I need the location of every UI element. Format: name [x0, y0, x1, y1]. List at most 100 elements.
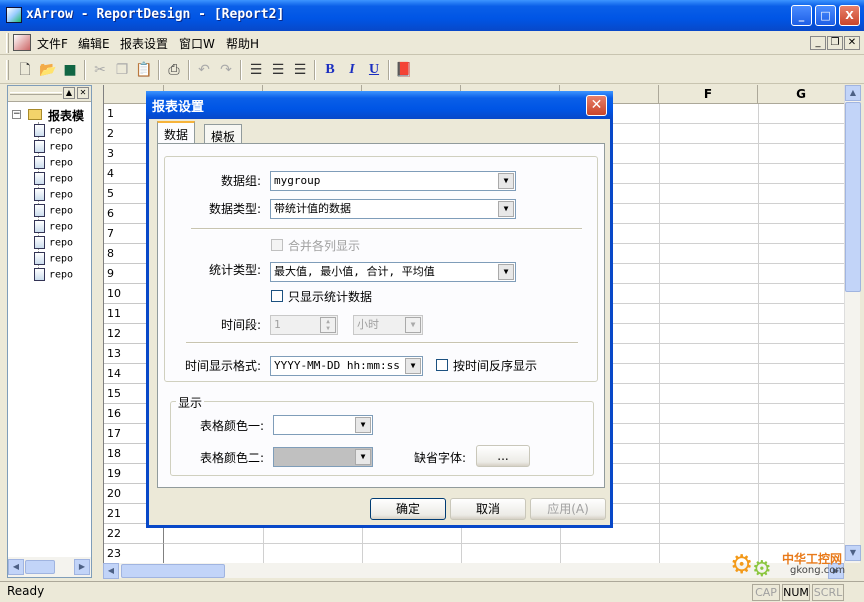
grid-vertical-scrollbar[interactable]: ▲ ▼	[844, 85, 861, 563]
align-left-icon[interactable]: ☰	[245, 59, 267, 81]
menu-file[interactable]: 文件F	[37, 35, 68, 52]
tree-root-label[interactable]: 报表模	[48, 107, 84, 124]
tab-data[interactable]: 数据	[157, 121, 196, 145]
report-file-icon	[34, 252, 45, 265]
font-picker-button[interactable]: ...	[476, 445, 530, 467]
tree-scroll-thumb[interactable]	[25, 560, 55, 574]
reverse-time-label: 按时间反序显示	[453, 359, 538, 373]
column-header-g[interactable]: G	[758, 85, 844, 104]
report-file-icon	[34, 124, 45, 137]
grid-line	[164, 543, 844, 544]
scroll-right-icon[interactable]: ▶	[74, 559, 90, 575]
cut-icon[interactable]: ✂	[89, 59, 111, 81]
align-right-icon[interactable]: ☰	[289, 59, 311, 81]
display-group-title: 显示	[176, 394, 205, 411]
undo-icon[interactable]: ↶	[193, 59, 215, 81]
ok-button[interactable]: 确定	[370, 498, 446, 520]
toolbar-separator	[84, 60, 86, 80]
open-folder-icon[interactable]: 📂	[37, 59, 59, 81]
default-font-label: 缺省字体:	[414, 451, 467, 465]
merge-columns-checkbox[interactable]	[271, 239, 283, 251]
italic-button[interactable]: I	[341, 59, 363, 81]
mdi-close-icon[interactable]: ✕	[844, 36, 860, 50]
maximize-button[interactable]: □	[815, 5, 836, 26]
time-unit-select[interactable]: 小时 ▼	[353, 315, 423, 335]
watermark-url: gkong.com	[790, 565, 846, 576]
tree-item[interactable]: repo	[34, 252, 73, 265]
folder-icon	[28, 109, 42, 120]
spinner-icon[interactable]: ▲ ▼	[320, 317, 336, 333]
column-header-f[interactable]: F	[659, 85, 758, 104]
scroll-left-icon[interactable]: ◀	[8, 559, 24, 575]
horizontal-scroll-thumb[interactable]	[121, 564, 225, 578]
row-header[interactable]: 23	[104, 544, 164, 563]
toolbar-separator	[188, 60, 190, 80]
scroll-up-icon[interactable]: ▲	[845, 85, 861, 101]
menu-report-settings[interactable]: 报表设置	[120, 35, 168, 52]
tree-item[interactable]: repo	[34, 124, 73, 137]
table-color-2-select[interactable]: ▼	[273, 447, 373, 467]
stat-type-select[interactable]: 最大值, 最小值, 合计, 平均值 ▼	[270, 262, 516, 282]
tree-item[interactable]: repo	[34, 268, 73, 281]
dialog-close-button[interactable]: ✕	[586, 95, 607, 116]
chevron-down-icon[interactable]: ▼	[498, 201, 514, 217]
tree-panel-collapse-icon[interactable]: ▲	[63, 87, 75, 99]
bold-button[interactable]: B	[319, 59, 341, 81]
print-icon[interactable]: ⎙	[163, 59, 185, 81]
chevron-down-icon[interactable]: ▼	[355, 417, 371, 433]
copy-icon[interactable]: ❐	[111, 59, 133, 81]
stat-type-label: 统计类型:	[209, 263, 262, 277]
time-period-stepper[interactable]: 1 ▲ ▼	[270, 315, 338, 335]
merge-columns-label: 合并各列显示	[288, 239, 361, 253]
window-title: xArrow - ReportDesign - [Report2]	[26, 7, 285, 22]
gear-icon: ⚙	[752, 557, 772, 582]
table-color-1-select[interactable]: ▼	[273, 415, 373, 435]
chevron-down-icon[interactable]: ▼	[498, 264, 514, 280]
menu-help[interactable]: 帮助H	[226, 35, 259, 52]
tree-item[interactable]: repo	[34, 220, 73, 233]
tree-panel-close-icon[interactable]: ✕	[77, 87, 89, 99]
close-button[interactable]: X	[839, 5, 860, 26]
tree-item[interactable]: repo	[34, 140, 73, 153]
table-color-1-label: 表格颜色一:	[200, 419, 265, 433]
reverse-time-checkbox[interactable]	[436, 359, 448, 371]
divider	[186, 342, 578, 344]
data-group-select[interactable]: mygroup ▼	[270, 171, 516, 191]
save-icon[interactable]: ■	[59, 59, 81, 81]
align-center-icon[interactable]: ☰	[267, 59, 289, 81]
apply-button[interactable]: 应用(A)	[530, 498, 606, 520]
only-stat-label: 只显示统计数据	[288, 290, 373, 304]
scrl-indicator: SCRL	[812, 584, 844, 601]
tree-expand-icon[interactable]: −	[12, 110, 21, 119]
mdi-restore-icon[interactable]: ❐	[827, 36, 843, 50]
vertical-scroll-thumb[interactable]	[845, 102, 861, 292]
redo-icon[interactable]: ↷	[215, 59, 237, 81]
report-file-icon	[34, 156, 45, 169]
tree-item[interactable]: repo	[34, 156, 73, 169]
tree-horizontal-scrollbar[interactable]: ◀ ▶	[8, 557, 91, 577]
tree-item[interactable]: repo	[34, 236, 73, 249]
chevron-down-icon[interactable]: ▼	[498, 173, 514, 189]
toolbar-separator	[158, 60, 160, 80]
paste-icon[interactable]: 📋	[133, 59, 155, 81]
scroll-left-icon[interactable]: ◀	[103, 563, 119, 579]
tree-item[interactable]: repo	[34, 204, 73, 217]
menu-window[interactable]: 窗口W	[179, 35, 215, 52]
chevron-down-icon[interactable]: ▼	[355, 449, 371, 465]
new-file-icon[interactable]: 🗋	[14, 59, 36, 81]
chevron-down-icon[interactable]: ▼	[405, 317, 421, 333]
data-type-select[interactable]: 带统计值的数据 ▼	[270, 199, 516, 219]
cancel-button[interactable]: 取消	[450, 498, 526, 520]
tree-item[interactable]: repo	[34, 188, 73, 201]
minimize-button[interactable]: _	[791, 5, 812, 26]
underline-button[interactable]: U	[363, 59, 385, 81]
tree-item[interactable]: repo	[34, 172, 73, 185]
dialog-title-bar: 报表设置 ✕	[146, 91, 613, 119]
mdi-minimize-icon[interactable]: _	[810, 36, 826, 50]
menu-edit[interactable]: 编辑E	[78, 35, 110, 52]
report-file-icon	[34, 220, 45, 233]
chevron-down-icon[interactable]: ▼	[405, 358, 421, 374]
book-icon[interactable]: 📕	[393, 59, 415, 81]
time-format-select[interactable]: YYYY-MM-DD hh:mm:ss ▼	[270, 356, 423, 376]
only-stat-checkbox[interactable]	[271, 290, 283, 302]
